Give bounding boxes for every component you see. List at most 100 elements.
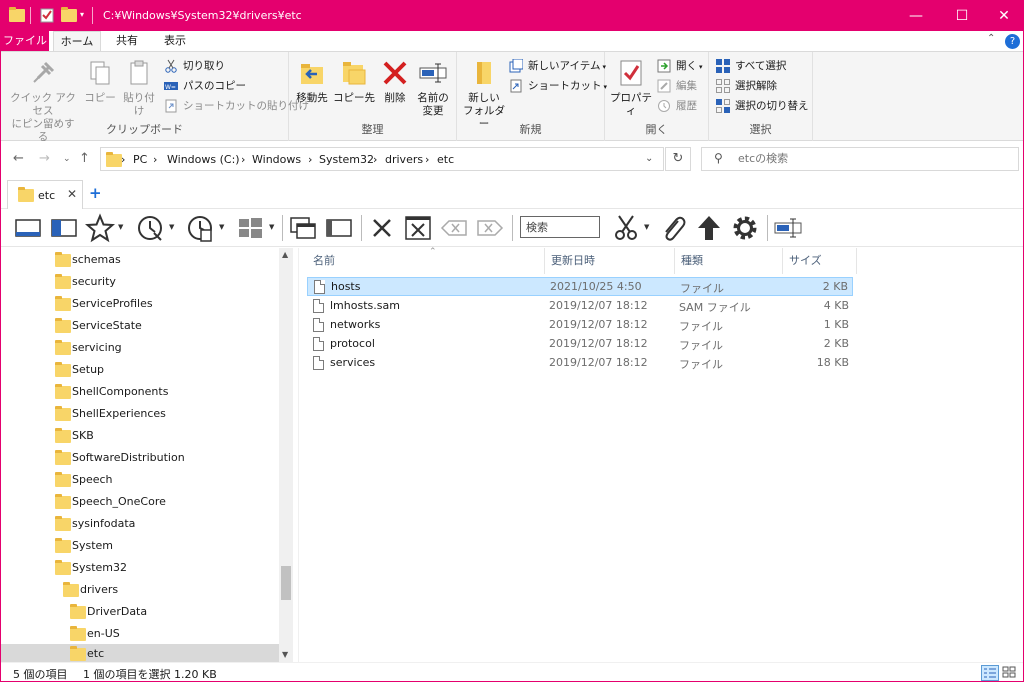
copy-path-button[interactable]: W= パスのコピー — [164, 77, 246, 95]
tab-share[interactable]: 共有 — [107, 31, 147, 51]
favorites-star-icon[interactable] — [84, 213, 116, 243]
crumb-sep-3[interactable]: › — [308, 153, 312, 166]
invert-selection-button[interactable]: 選択の切り替え — [716, 97, 809, 115]
new-item-button[interactable]: 新しいアイテム ▾ — [509, 57, 606, 75]
scissors-dropdown-icon[interactable]: ▼ — [644, 223, 649, 231]
delete-button[interactable]: 削除 — [379, 58, 411, 105]
tree-item-schemas[interactable]: schemas — [1, 250, 279, 271]
crumb-sep-1[interactable]: › — [153, 153, 157, 166]
forward-arrow-icon[interactable]: → — [39, 151, 50, 166]
tab-etc[interactable]: etc ✕ — [7, 180, 83, 209]
new-window-icon[interactable] — [288, 213, 318, 243]
add-tab-icon[interactable]: + — [89, 184, 102, 202]
scrollbar-thumb[interactable] — [281, 566, 291, 600]
title-bar[interactable]: ▾ C:¥Windows¥System32¥drivers¥etc — ☐ ✕ — [1, 1, 1023, 31]
dual-pane-icon[interactable] — [49, 213, 79, 243]
tree-item-speech-onecore[interactable]: Speech_OneCore — [1, 492, 279, 513]
favorites-dropdown-icon[interactable]: ▼ — [118, 223, 123, 231]
settings-gear-icon[interactable] — [730, 213, 760, 243]
tree-item-sysinfodata[interactable]: sysinfodata — [1, 514, 279, 535]
recent-dropdown-icon[interactable]: ▼ — [219, 223, 224, 231]
address-history-chevron-icon[interactable]: ⌄ — [645, 153, 653, 164]
toolbar-search-input[interactable] — [526, 220, 596, 233]
tree-item-skb[interactable]: SKB — [1, 426, 279, 447]
minimize-button[interactable]: — — [893, 1, 939, 31]
tree-item-servicing[interactable]: servicing — [1, 338, 279, 359]
tree-item-en-us[interactable]: en-US — [1, 624, 279, 645]
crumb-system32[interactable]: System32 — [319, 153, 374, 166]
rename-button[interactable]: 名前の 変更 — [413, 58, 453, 118]
tree-item-security[interactable]: security — [1, 272, 279, 293]
recent-files-icon[interactable] — [185, 213, 215, 243]
properties-quick-icon[interactable] — [39, 7, 55, 23]
column-header-modified[interactable]: 更新日時 — [545, 248, 675, 274]
large-icons-view-icon[interactable] — [1001, 665, 1019, 681]
forward-delete-icon[interactable] — [475, 213, 505, 243]
crumb-windows[interactable]: Windows — [252, 153, 301, 166]
select-all-button[interactable]: すべて選択 — [716, 57, 786, 75]
copy-to-button[interactable]: コピー先 — [333, 58, 375, 105]
tree-scrollbar[interactable]: ▲ ▼ — [279, 248, 293, 662]
file-row-lmhosts[interactable]: lmhosts.sam 2019/12/07 18:12 SAM ファイル 4 … — [307, 297, 853, 316]
paste-shortcut-button[interactable]: ショートカットの貼り付け — [164, 97, 309, 115]
file-list[interactable]: 名前 ⌃ 更新日時 種類 サイズ hosts 2021/10/25 4:50 ファ… — [299, 247, 1023, 662]
history-clock-icon[interactable] — [135, 213, 165, 243]
column-header-name[interactable]: 名前 ⌃ — [307, 247, 545, 274]
scissors-icon[interactable] — [611, 213, 641, 243]
up-arrow-icon-toolbar[interactable] — [694, 213, 724, 243]
tree-item-driverdata[interactable]: DriverData — [1, 602, 279, 623]
history-button[interactable]: 履歴 — [657, 97, 697, 115]
help-icon[interactable]: ? — [1005, 34, 1020, 49]
maximize-button[interactable]: ☐ — [939, 1, 985, 31]
quick-access-dropdown-icon[interactable]: ▾ — [80, 10, 84, 19]
history-dropdown-icon[interactable]: ▼ — [169, 223, 174, 231]
close-button[interactable]: ✕ — [981, 1, 1023, 31]
ribbon-collapse-icon[interactable]: ⌃ — [987, 33, 995, 44]
move-to-button[interactable]: 移動先 — [293, 58, 331, 105]
tree-item-system32[interactable]: System32 — [1, 558, 279, 579]
tree-item-softwaredistribution[interactable]: SoftwareDistribution — [1, 448, 279, 469]
file-row-networks[interactable]: networks 2019/12/07 18:12 ファイル 1 KB — [307, 316, 853, 335]
tab-view[interactable]: 表示 — [153, 31, 197, 51]
crumb-c-drive[interactable]: Windows (C:) — [167, 153, 240, 166]
toolbar-search-box[interactable] — [520, 216, 600, 238]
crumb-etc[interactable]: etc — [437, 153, 454, 166]
windows-dropdown-icon[interactable]: ▼ — [269, 223, 274, 231]
tree-item-shellexperiences[interactable]: ShellExperiences — [1, 404, 279, 425]
tree-item-system[interactable]: System — [1, 536, 279, 557]
tab-file[interactable]: ファイル — [1, 31, 49, 51]
scroll-down-icon[interactable]: ▼ — [282, 650, 288, 659]
crumb-pc[interactable]: PC — [133, 153, 147, 166]
tree-item-servicestate[interactable]: ServiceState — [1, 316, 279, 337]
details-view-icon[interactable] — [981, 665, 999, 681]
navigation-tree[interactable]: schemas security ServiceProfiles Service… — [1, 248, 293, 662]
open-button[interactable]: 開く ▾ — [657, 57, 703, 75]
tree-item-serviceprofiles[interactable]: ServiceProfiles — [1, 294, 279, 315]
edit-button[interactable]: 編集 — [657, 77, 697, 95]
file-row-services[interactable]: services 2019/12/07 18:12 ファイル 18 KB — [307, 354, 853, 373]
tree-item-etc[interactable]: etc — [1, 644, 279, 662]
paste-button[interactable]: 貼り付け — [119, 58, 159, 118]
crumb-drivers[interactable]: drivers — [385, 153, 423, 166]
column-header-type[interactable]: 種類 — [675, 248, 783, 274]
paperclip-icon[interactable] — [658, 213, 688, 243]
shortcut-button[interactable]: ショートカット ▾ — [509, 77, 607, 95]
crumb-sep-4[interactable]: › — [373, 153, 377, 166]
rename-toolbar-icon[interactable] — [773, 213, 803, 243]
tab-close-icon[interactable]: ✕ — [67, 187, 77, 201]
single-pane-icon[interactable] — [13, 213, 43, 243]
crumb-sep-2[interactable]: › — [241, 153, 245, 166]
tree-item-speech[interactable]: Speech — [1, 470, 279, 491]
copy-button[interactable]: コピー — [83, 58, 117, 105]
search-box[interactable]: ⚲ — [701, 147, 1019, 171]
cut-button[interactable]: 切り取り — [164, 57, 225, 75]
tree-item-setup[interactable]: Setup — [1, 360, 279, 381]
crumb-sep-5[interactable]: › — [425, 153, 429, 166]
select-none-button[interactable]: 選択解除 — [716, 77, 777, 95]
up-arrow-icon[interactable]: ↑ — [79, 151, 90, 166]
search-input[interactable] — [738, 152, 998, 165]
new-folder-quick-icon[interactable] — [61, 7, 77, 23]
address-bar[interactable]: › PC › Windows (C:) › Windows › System32… — [100, 147, 664, 171]
window-tile-icon[interactable] — [324, 213, 354, 243]
backspace-icon[interactable] — [439, 213, 469, 243]
